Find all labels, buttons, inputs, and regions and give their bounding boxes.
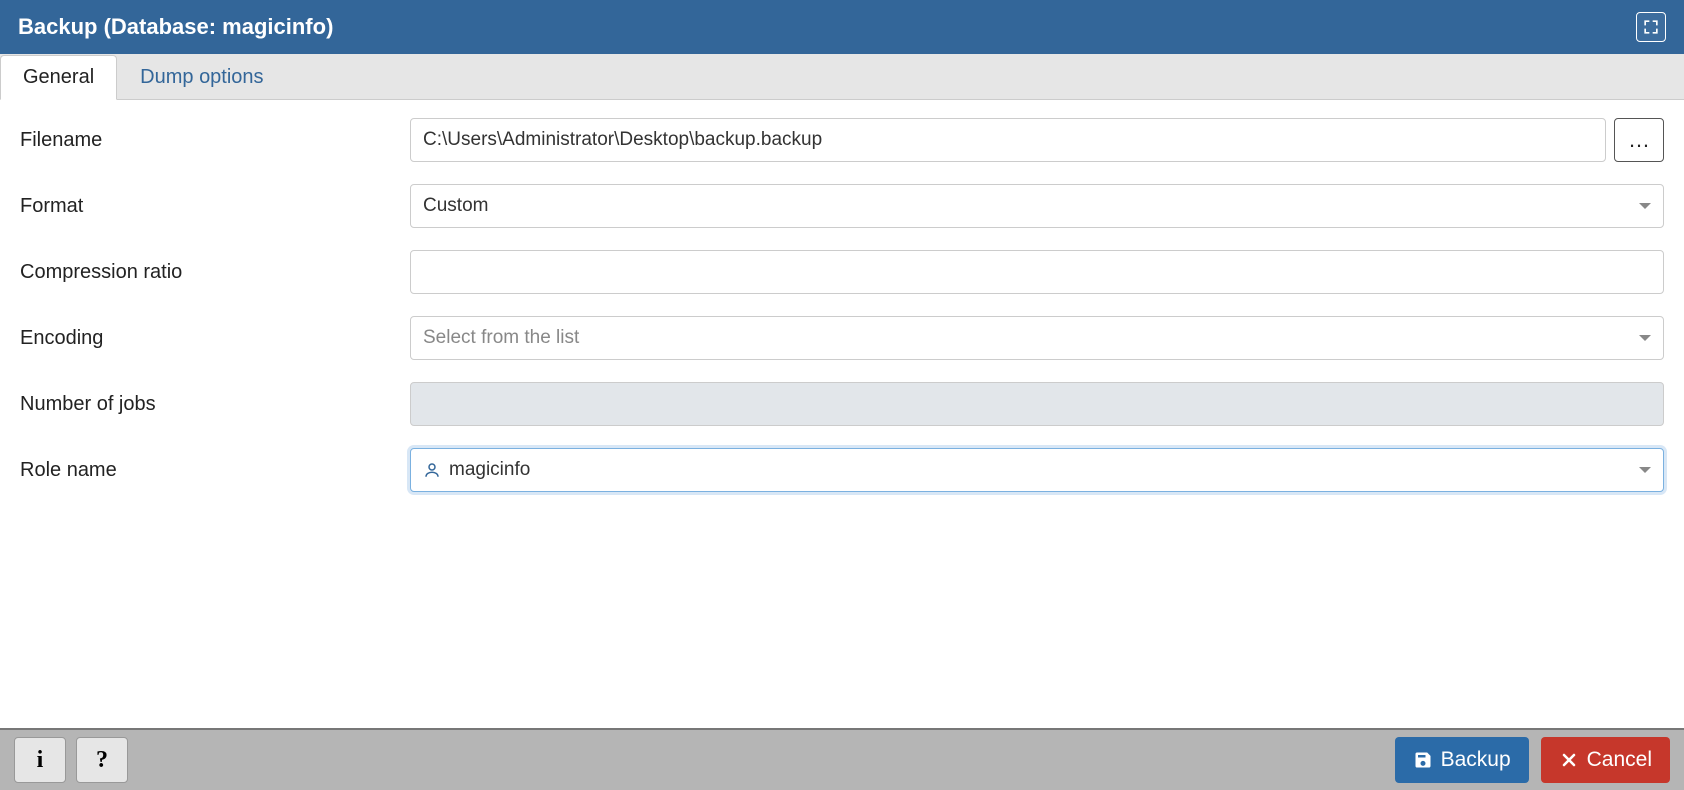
tabs-bar: General Dump options <box>0 54 1684 100</box>
format-label: Format <box>20 195 410 218</box>
ellipsis-icon: … <box>1628 127 1650 153</box>
dialog-header: Backup (Database: magicinfo) <box>0 0 1684 54</box>
close-icon <box>1559 750 1579 770</box>
chevron-down-icon <box>1639 335 1651 341</box>
maximize-icon <box>1641 17 1661 37</box>
tab-dump-options[interactable]: Dump options <box>117 55 286 99</box>
help-button[interactable]: ? <box>76 737 128 783</box>
encoding-placeholder: Select from the list <box>423 327 579 349</box>
info-button[interactable]: i <box>14 737 66 783</box>
chevron-down-icon <box>1639 467 1651 473</box>
dialog-footer: i ? Backup Cancel <box>0 728 1684 790</box>
help-icon: ? <box>96 747 108 774</box>
encoding-select[interactable]: Select from the list <box>410 316 1664 360</box>
info-icon: i <box>37 747 44 774</box>
backup-button-label: Backup <box>1441 748 1511 772</box>
jobs-input <box>410 382 1664 426</box>
form-content: Filename … Format Custom Compression rat… <box>0 100 1684 728</box>
dialog-title: Backup (Database: magicinfo) <box>18 14 333 40</box>
role-label: Role name <box>20 459 410 482</box>
backup-button[interactable]: Backup <box>1395 737 1529 783</box>
format-value: Custom <box>423 195 488 217</box>
compression-label: Compression ratio <box>20 261 410 284</box>
user-icon <box>423 461 441 479</box>
cancel-button[interactable]: Cancel <box>1541 737 1670 783</box>
format-select[interactable]: Custom <box>410 184 1664 228</box>
cancel-button-label: Cancel <box>1587 748 1652 772</box>
jobs-label: Number of jobs <box>20 393 410 416</box>
save-icon <box>1413 750 1433 770</box>
browse-button[interactable]: … <box>1614 118 1664 162</box>
tab-general[interactable]: General <box>0 55 117 100</box>
filename-label: Filename <box>20 129 410 152</box>
maximize-button[interactable] <box>1636 12 1666 42</box>
role-select[interactable]: magicinfo <box>410 448 1664 492</box>
role-value: magicinfo <box>449 459 530 481</box>
filename-input[interactable] <box>410 118 1606 162</box>
compression-input[interactable] <box>410 250 1664 294</box>
encoding-label: Encoding <box>20 327 410 350</box>
chevron-down-icon <box>1639 203 1651 209</box>
